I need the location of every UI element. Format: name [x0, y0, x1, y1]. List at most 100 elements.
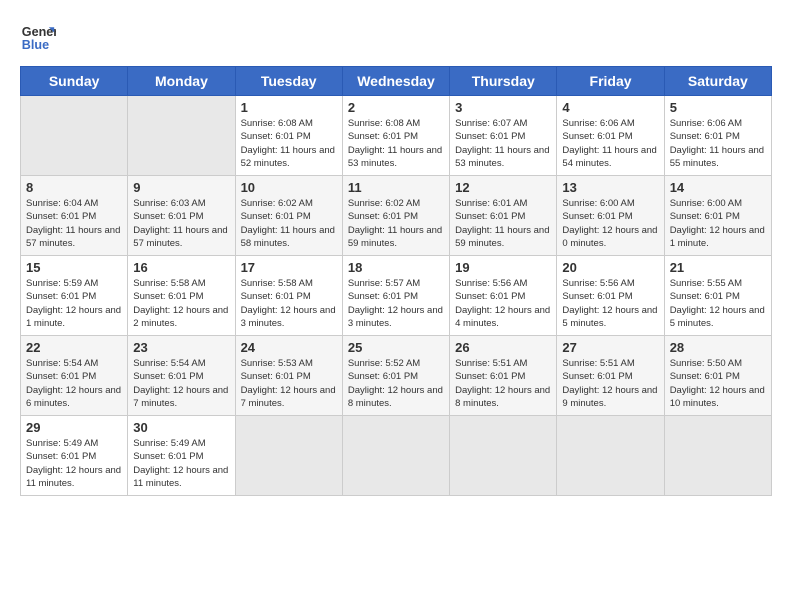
day-info: Sunrise: 5:57 AMSunset: 6:01 PMDaylight:… — [348, 277, 444, 330]
day-number: 15 — [26, 260, 122, 275]
day-info: Sunrise: 5:54 AMSunset: 6:01 PMDaylight:… — [133, 357, 229, 410]
col-header-friday: Friday — [557, 67, 664, 96]
calendar-cell — [450, 416, 557, 496]
calendar-cell: 26 Sunrise: 5:51 AMSunset: 6:01 PMDayligh… — [450, 336, 557, 416]
day-info: Sunrise: 5:51 AMSunset: 6:01 PMDaylight:… — [455, 357, 551, 410]
day-number: 13 — [562, 180, 658, 195]
calendar-cell: 14 Sunrise: 6:00 AMSunset: 6:01 PMDayligh… — [664, 176, 771, 256]
day-number: 29 — [26, 420, 122, 435]
calendar-cell — [235, 416, 342, 496]
calendar-cell: 2 Sunrise: 6:08 AMSunset: 6:01 PMDaylight… — [342, 96, 449, 176]
day-number: 16 — [133, 260, 229, 275]
day-info: Sunrise: 5:50 AMSunset: 6:01 PMDaylight:… — [670, 357, 766, 410]
calendar-cell — [21, 96, 128, 176]
calendar-cell: 30 Sunrise: 5:49 AMSunset: 6:01 PMDayligh… — [128, 416, 235, 496]
day-info: Sunrise: 5:56 AMSunset: 6:01 PMDaylight:… — [455, 277, 551, 330]
calendar-cell: 1 Sunrise: 6:08 AMSunset: 6:01 PMDaylight… — [235, 96, 342, 176]
calendar-cell: 9 Sunrise: 6:03 AMSunset: 6:01 PMDaylight… — [128, 176, 235, 256]
calendar-cell: 21 Sunrise: 5:55 AMSunset: 6:01 PMDayligh… — [664, 256, 771, 336]
day-number: 10 — [241, 180, 337, 195]
day-number: 28 — [670, 340, 766, 355]
col-header-saturday: Saturday — [664, 67, 771, 96]
day-number: 27 — [562, 340, 658, 355]
calendar-cell — [342, 416, 449, 496]
day-number: 25 — [348, 340, 444, 355]
calendar-cell: 4 Sunrise: 6:06 AMSunset: 6:01 PMDaylight… — [557, 96, 664, 176]
day-info: Sunrise: 5:59 AMSunset: 6:01 PMDaylight:… — [26, 277, 122, 330]
calendar-cell: 18 Sunrise: 5:57 AMSunset: 6:01 PMDayligh… — [342, 256, 449, 336]
calendar-cell: 16 Sunrise: 5:58 AMSunset: 6:01 PMDayligh… — [128, 256, 235, 336]
col-header-thursday: Thursday — [450, 67, 557, 96]
day-info: Sunrise: 5:58 AMSunset: 6:01 PMDaylight:… — [241, 277, 337, 330]
calendar-cell: 28 Sunrise: 5:50 AMSunset: 6:01 PMDayligh… — [664, 336, 771, 416]
day-info: Sunrise: 6:08 AMSunset: 6:01 PMDaylight:… — [241, 117, 337, 170]
calendar-cell: 15 Sunrise: 5:59 AMSunset: 6:01 PMDayligh… — [21, 256, 128, 336]
day-number: 4 — [562, 100, 658, 115]
calendar-cell: 19 Sunrise: 5:56 AMSunset: 6:01 PMDayligh… — [450, 256, 557, 336]
day-number: 24 — [241, 340, 337, 355]
day-number: 8 — [26, 180, 122, 195]
calendar-cell: 5 Sunrise: 6:06 AMSunset: 6:01 PMDaylight… — [664, 96, 771, 176]
svg-text:Blue: Blue — [22, 38, 49, 52]
calendar-cell: 29 Sunrise: 5:49 AMSunset: 6:01 PMDayligh… — [21, 416, 128, 496]
day-info: Sunrise: 5:58 AMSunset: 6:01 PMDaylight:… — [133, 277, 229, 330]
day-info: Sunrise: 6:00 AMSunset: 6:01 PMDaylight:… — [670, 197, 766, 250]
day-number: 18 — [348, 260, 444, 275]
day-info: Sunrise: 5:51 AMSunset: 6:01 PMDaylight:… — [562, 357, 658, 410]
day-info: Sunrise: 6:07 AMSunset: 6:01 PMDaylight:… — [455, 117, 551, 170]
calendar-cell — [128, 96, 235, 176]
day-number: 23 — [133, 340, 229, 355]
calendar-cell: 12 Sunrise: 6:01 AMSunset: 6:01 PMDayligh… — [450, 176, 557, 256]
day-number: 1 — [241, 100, 337, 115]
day-info: Sunrise: 6:02 AMSunset: 6:01 PMDaylight:… — [241, 197, 337, 250]
calendar-cell: 3 Sunrise: 6:07 AMSunset: 6:01 PMDaylight… — [450, 96, 557, 176]
calendar-cell: 11 Sunrise: 6:02 AMSunset: 6:01 PMDayligh… — [342, 176, 449, 256]
calendar-cell: 25 Sunrise: 5:52 AMSunset: 6:01 PMDayligh… — [342, 336, 449, 416]
day-info: Sunrise: 5:52 AMSunset: 6:01 PMDaylight:… — [348, 357, 444, 410]
day-number: 22 — [26, 340, 122, 355]
day-number: 2 — [348, 100, 444, 115]
calendar-cell: 23 Sunrise: 5:54 AMSunset: 6:01 PMDayligh… — [128, 336, 235, 416]
day-info: Sunrise: 6:02 AMSunset: 6:01 PMDaylight:… — [348, 197, 444, 250]
day-number: 14 — [670, 180, 766, 195]
day-number: 20 — [562, 260, 658, 275]
calendar-cell: 27 Sunrise: 5:51 AMSunset: 6:01 PMDayligh… — [557, 336, 664, 416]
day-info: Sunrise: 5:53 AMSunset: 6:01 PMDaylight:… — [241, 357, 337, 410]
day-number: 26 — [455, 340, 551, 355]
day-number: 12 — [455, 180, 551, 195]
day-info: Sunrise: 6:04 AMSunset: 6:01 PMDaylight:… — [26, 197, 122, 250]
calendar-cell — [557, 416, 664, 496]
day-info: Sunrise: 5:49 AMSunset: 6:01 PMDaylight:… — [26, 437, 122, 490]
calendar-cell: 20 Sunrise: 5:56 AMSunset: 6:01 PMDayligh… — [557, 256, 664, 336]
calendar-table: SundayMondayTuesdayWednesdayThursdayFrid… — [20, 66, 772, 496]
day-number: 21 — [670, 260, 766, 275]
day-info: Sunrise: 5:54 AMSunset: 6:01 PMDaylight:… — [26, 357, 122, 410]
day-info: Sunrise: 6:01 AMSunset: 6:01 PMDaylight:… — [455, 197, 551, 250]
day-number: 11 — [348, 180, 444, 195]
day-number: 5 — [670, 100, 766, 115]
day-info: Sunrise: 6:06 AMSunset: 6:01 PMDaylight:… — [670, 117, 766, 170]
day-number: 3 — [455, 100, 551, 115]
col-header-monday: Monday — [128, 67, 235, 96]
day-number: 9 — [133, 180, 229, 195]
calendar-cell: 13 Sunrise: 6:00 AMSunset: 6:01 PMDayligh… — [557, 176, 664, 256]
calendar-cell: 24 Sunrise: 5:53 AMSunset: 6:01 PMDayligh… — [235, 336, 342, 416]
calendar-cell — [664, 416, 771, 496]
col-header-tuesday: Tuesday — [235, 67, 342, 96]
day-number: 17 — [241, 260, 337, 275]
logo: General Blue — [20, 20, 64, 56]
day-info: Sunrise: 6:08 AMSunset: 6:01 PMDaylight:… — [348, 117, 444, 170]
day-info: Sunrise: 6:00 AMSunset: 6:01 PMDaylight:… — [562, 197, 658, 250]
day-info: Sunrise: 6:06 AMSunset: 6:01 PMDaylight:… — [562, 117, 658, 170]
day-info: Sunrise: 5:55 AMSunset: 6:01 PMDaylight:… — [670, 277, 766, 330]
day-info: Sunrise: 6:03 AMSunset: 6:01 PMDaylight:… — [133, 197, 229, 250]
calendar-cell: 10 Sunrise: 6:02 AMSunset: 6:01 PMDayligh… — [235, 176, 342, 256]
day-info: Sunrise: 5:49 AMSunset: 6:01 PMDaylight:… — [133, 437, 229, 490]
col-header-wednesday: Wednesday — [342, 67, 449, 96]
logo-icon: General Blue — [20, 20, 56, 56]
calendar-cell: 8 Sunrise: 6:04 AMSunset: 6:01 PMDaylight… — [21, 176, 128, 256]
day-info: Sunrise: 5:56 AMSunset: 6:01 PMDaylight:… — [562, 277, 658, 330]
day-number: 19 — [455, 260, 551, 275]
day-number: 30 — [133, 420, 229, 435]
calendar-cell: 17 Sunrise: 5:58 AMSunset: 6:01 PMDayligh… — [235, 256, 342, 336]
